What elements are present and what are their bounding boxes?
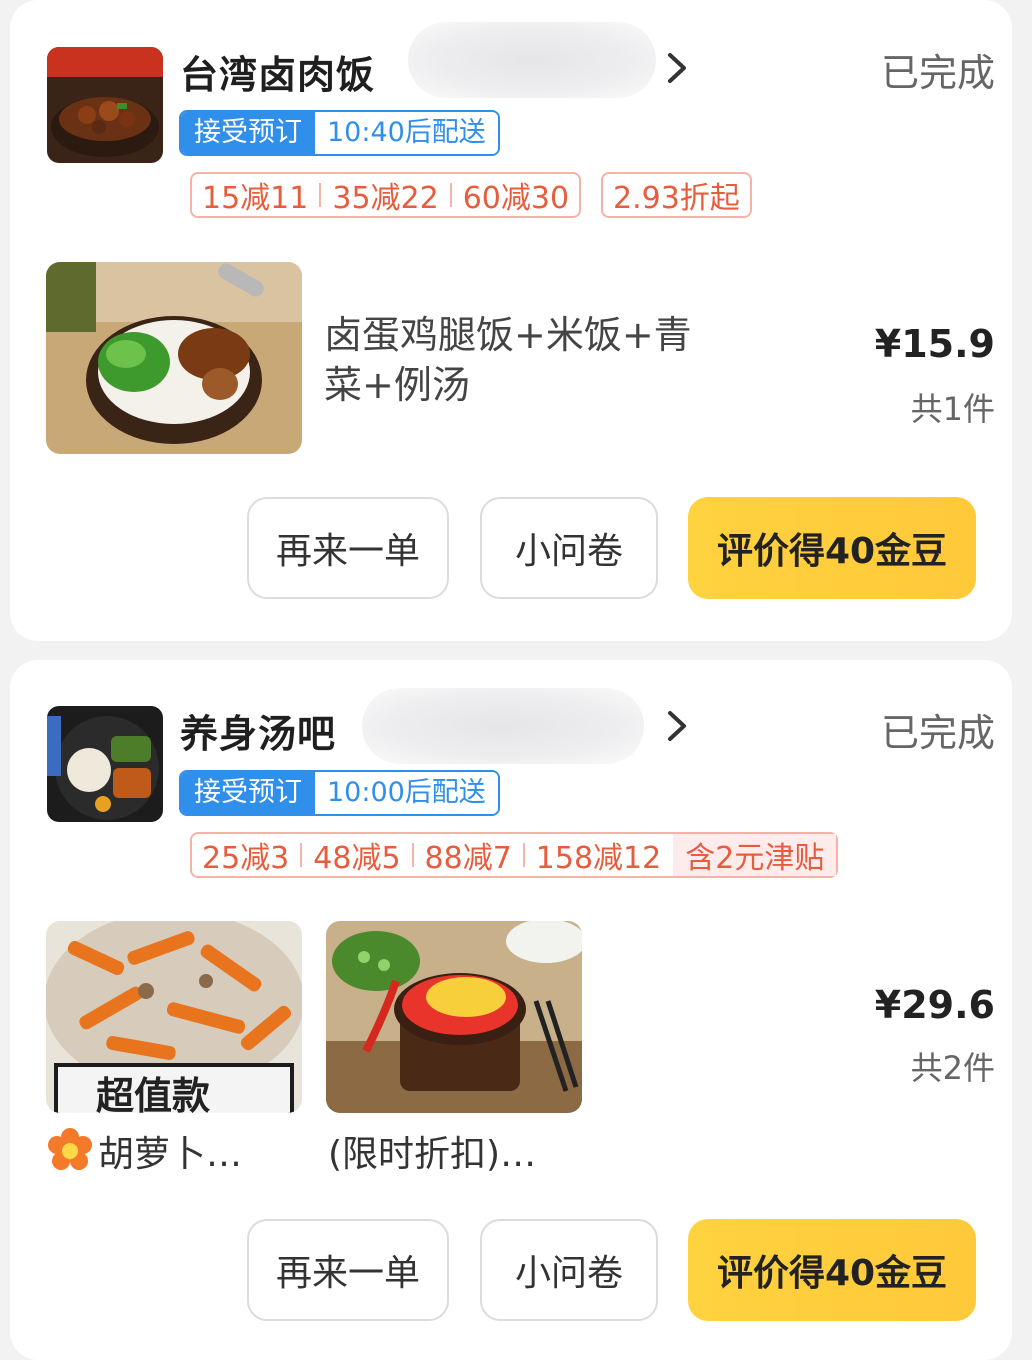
promo-item: 15减11: [202, 181, 309, 216]
chevron-right-icon[interactable]: [656, 48, 696, 88]
subsidy-tag: 含2元津贴: [673, 834, 837, 876]
promo-tag: 15减11 35减22 60减30: [190, 172, 582, 218]
promo-item: 25减3: [202, 841, 290, 876]
value-badge: 超值款: [96, 1074, 211, 1113]
food-image[interactable]: [326, 921, 582, 1113]
discount-tag: 2.93折起: [601, 172, 752, 218]
shop-logo[interactable]: [47, 47, 163, 163]
promo-item: 88减7: [424, 841, 512, 876]
order-price: ¥29.6: [874, 983, 995, 1027]
delivery-time: 10:40后配送: [315, 112, 498, 154]
order-status: 已完成: [880, 51, 995, 95]
delivery-time: 10:00后配送: [315, 772, 498, 814]
reorder-button[interactable]: 再来一单: [247, 497, 449, 599]
promo-item: 158减12: [535, 841, 662, 876]
survey-button[interactable]: 小问卷: [480, 1219, 658, 1321]
food-image[interactable]: 超值款: [46, 921, 302, 1113]
item-count: 共1件: [910, 390, 995, 428]
discount-text: 2.93折起: [613, 181, 740, 216]
item-count: 共2件: [910, 1049, 995, 1087]
shop-logo[interactable]: [47, 706, 163, 822]
reserve-label: 接受预订: [181, 772, 315, 814]
promo-item: 35减22: [332, 181, 439, 216]
reserve-label: 接受预订: [181, 112, 315, 154]
order-price: ¥15.9: [874, 322, 995, 366]
promo-item: 60减30: [462, 181, 570, 216]
promo-tag: 25减3 48减5 88减7 158减12 含2元津贴: [190, 832, 839, 878]
flower-icon: [48, 1128, 92, 1170]
blurred-region: [362, 688, 644, 764]
reorder-button[interactable]: 再来一单: [247, 1219, 449, 1321]
order-status: 已完成: [880, 711, 995, 755]
reserve-tag: 接受预订 10:40后配送: [179, 110, 500, 156]
food-image[interactable]: [46, 262, 302, 454]
shop-name[interactable]: 台湾卤肉饭: [180, 44, 375, 99]
item-caption[interactable]: 胡萝卜…: [98, 1125, 242, 1177]
review-button[interactable]: 评价得40金豆: [688, 1219, 976, 1321]
reserve-tag: 接受预订 10:00后配送: [179, 770, 500, 816]
chevron-right-icon[interactable]: [656, 706, 696, 746]
promo-item: 48减5: [313, 841, 401, 876]
review-button[interactable]: 评价得40金豆: [688, 497, 976, 599]
item-name[interactable]: 卤蛋鸡腿饭+米饭+青菜+例汤: [324, 310, 724, 410]
shop-name[interactable]: 养身汤吧: [180, 703, 336, 758]
blurred-region: [408, 22, 656, 98]
survey-button[interactable]: 小问卷: [480, 497, 658, 599]
item-caption[interactable]: (限时折扣)…: [328, 1125, 536, 1177]
